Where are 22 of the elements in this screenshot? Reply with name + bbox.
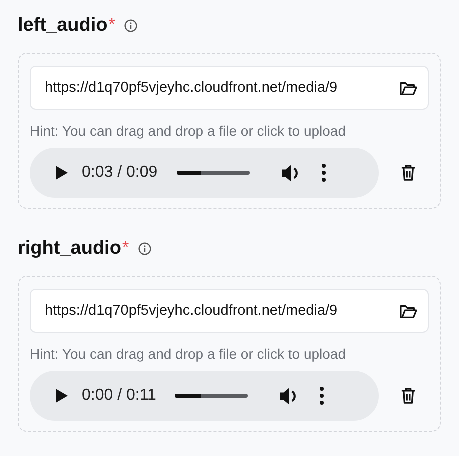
- time-display: 0:03 / 0:09: [82, 164, 158, 182]
- play-icon[interactable]: [56, 389, 68, 403]
- hint-text: Hint: You can drag and drop a file or click to upload: [30, 123, 347, 139]
- more-icon[interactable]: [322, 164, 326, 182]
- field-label: left_audio: [18, 15, 108, 37]
- info-icon[interactable]: [138, 242, 152, 256]
- url-field[interactable]: https://d1q70pf5vjeyhc.cloudfront.net/media/9: [30, 66, 429, 110]
- more-icon[interactable]: [320, 387, 324, 405]
- info-icon[interactable]: [124, 19, 138, 33]
- url-field[interactable]: https://d1q70pf5vjeyhc.cloudfront.net/media/9: [30, 289, 429, 333]
- trash-icon[interactable]: [401, 164, 416, 182]
- field-label: right_audio: [18, 238, 122, 260]
- time-display: 0:00 / 0:11: [82, 387, 156, 405]
- trash-icon[interactable]: [401, 387, 416, 405]
- progress-track[interactable]: [175, 394, 248, 398]
- folder-icon[interactable]: [399, 80, 418, 96]
- required-mark: *: [122, 238, 130, 258]
- progress-track[interactable]: [176, 171, 250, 175]
- hint-text: Hint: You can drag and drop a file or click to upload: [30, 346, 347, 362]
- required-mark: *: [108, 15, 116, 35]
- folder-icon[interactable]: [399, 302, 418, 320]
- play-icon[interactable]: [56, 166, 68, 180]
